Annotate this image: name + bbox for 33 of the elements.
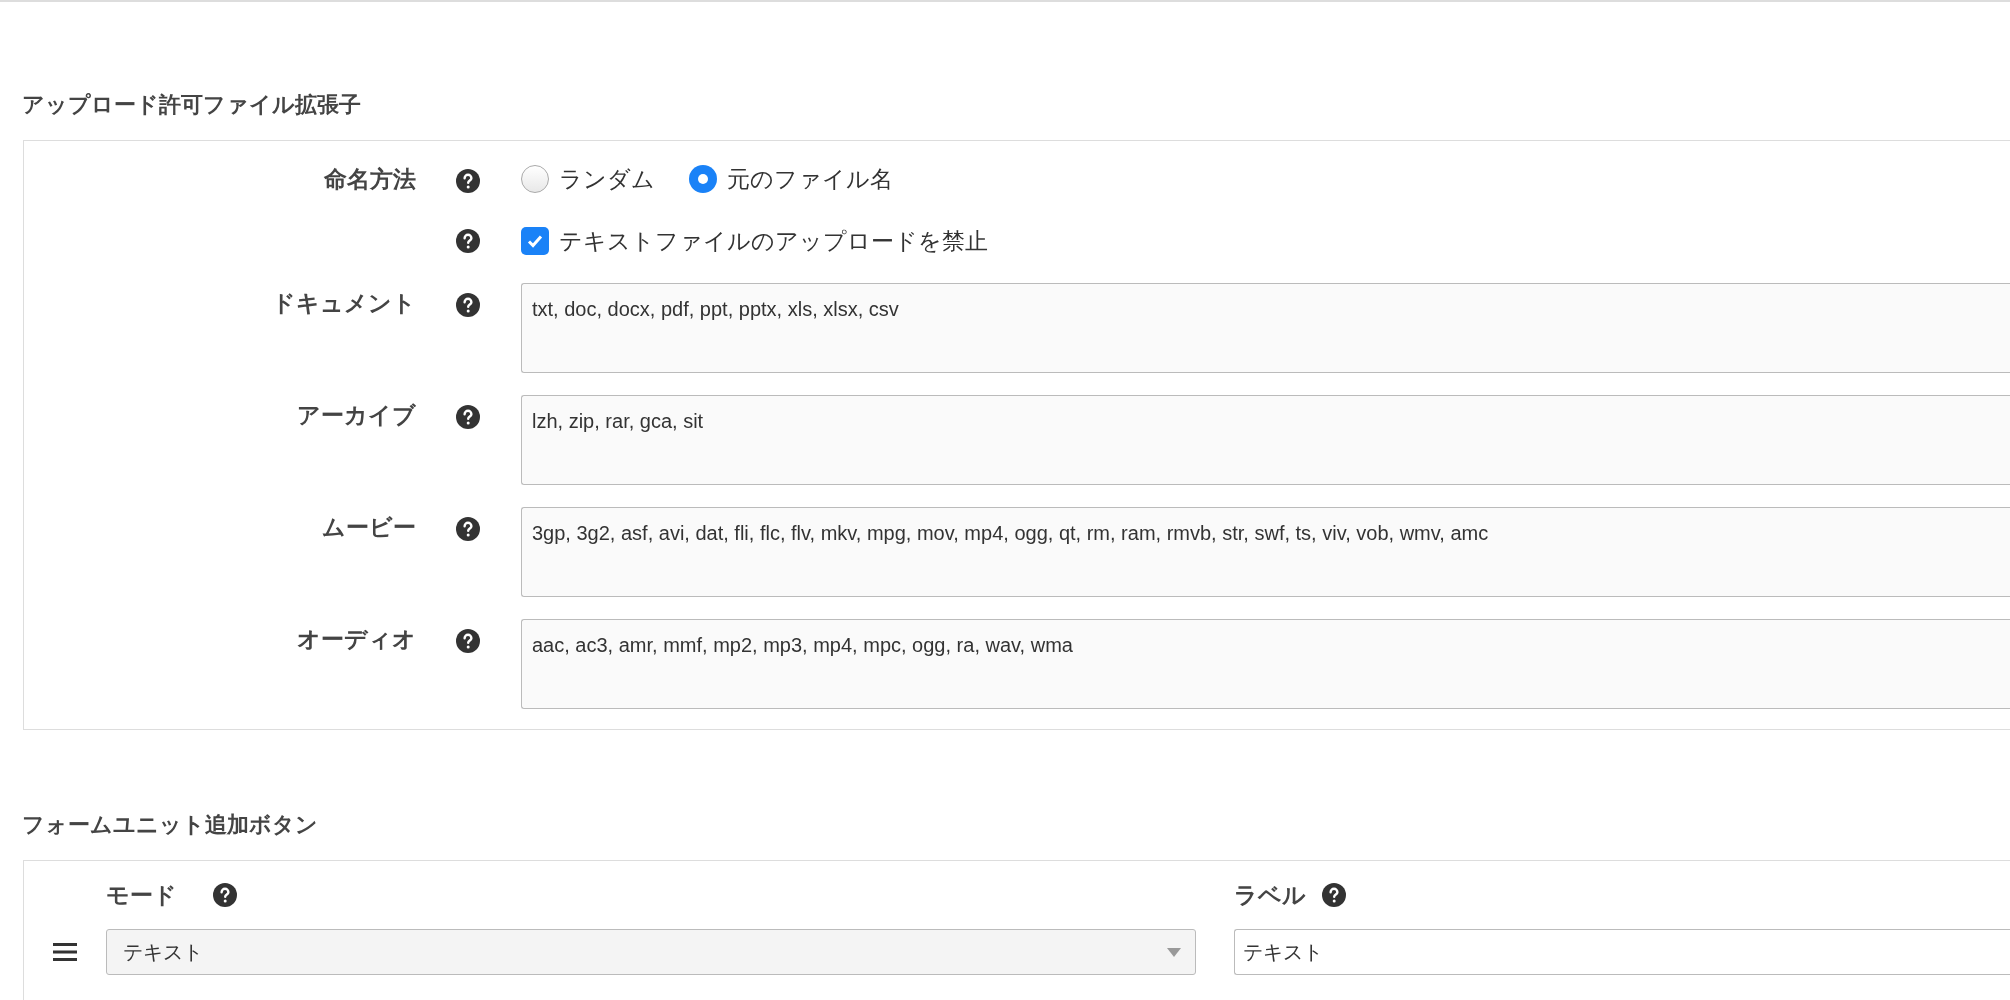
radio-label: 元のファイル名 bbox=[727, 164, 893, 194]
field-label: ドキュメント bbox=[272, 289, 416, 318]
section-title: フォームユニット追加ボタン bbox=[21, 811, 319, 839]
field-label: ムービー bbox=[322, 513, 416, 542]
help-icon[interactable] bbox=[456, 293, 480, 317]
checkbox-label: テキストファイルのアップロードを禁止 bbox=[559, 226, 988, 256]
field-label: 命名方法 bbox=[324, 165, 416, 194]
column-header: モード bbox=[106, 881, 177, 910]
label-input[interactable]: テキスト bbox=[1234, 929, 2010, 975]
extensions-textarea[interactable]: txt, doc, docx, pdf, ppt, pptx, xls, xlsx, csv bbox=[521, 283, 2010, 373]
field-label: アーカイブ bbox=[297, 401, 416, 430]
help-icon[interactable] bbox=[213, 883, 237, 907]
extensions-textarea[interactable]: aac, ac3, amr, mmf, mp2, mp3, mp4, mpc, ogg, ra, wav, wma bbox=[521, 619, 2010, 709]
help-icon[interactable] bbox=[456, 629, 480, 653]
section-title: アップロード許可ファイル拡張子 bbox=[21, 91, 362, 119]
radio-button[interactable] bbox=[689, 165, 717, 193]
column-header: ラベル bbox=[1234, 881, 1306, 910]
radio-button[interactable] bbox=[521, 165, 549, 193]
help-icon[interactable] bbox=[456, 405, 480, 429]
help-icon[interactable] bbox=[456, 517, 480, 541]
radio-option[interactable]: 元のファイル名 bbox=[689, 163, 893, 195]
help-icon[interactable] bbox=[1322, 883, 1346, 907]
help-icon[interactable] bbox=[456, 169, 480, 193]
extensions-textarea[interactable]: lzh, zip, rar, gca, sit bbox=[521, 395, 2010, 485]
drag-handle-icon[interactable] bbox=[53, 943, 77, 961]
mode-select[interactable]: テキスト bbox=[106, 929, 1196, 975]
help-icon[interactable] bbox=[456, 229, 480, 253]
checkbox[interactable] bbox=[521, 227, 549, 255]
radio-option[interactable]: ランダム bbox=[521, 163, 655, 195]
caret-icon bbox=[1167, 947, 1181, 957]
radio-label: ランダム bbox=[559, 164, 655, 194]
field-label: オーディオ bbox=[297, 625, 416, 654]
extensions-textarea[interactable]: 3gp, 3g2, asf, avi, dat, fli, flc, flv, mkv, mpg, mov, mp4, ogg, qt, rm, ram, rmvb, str, swf, ts, viv, vob, wmv, amc bbox=[521, 507, 2010, 597]
